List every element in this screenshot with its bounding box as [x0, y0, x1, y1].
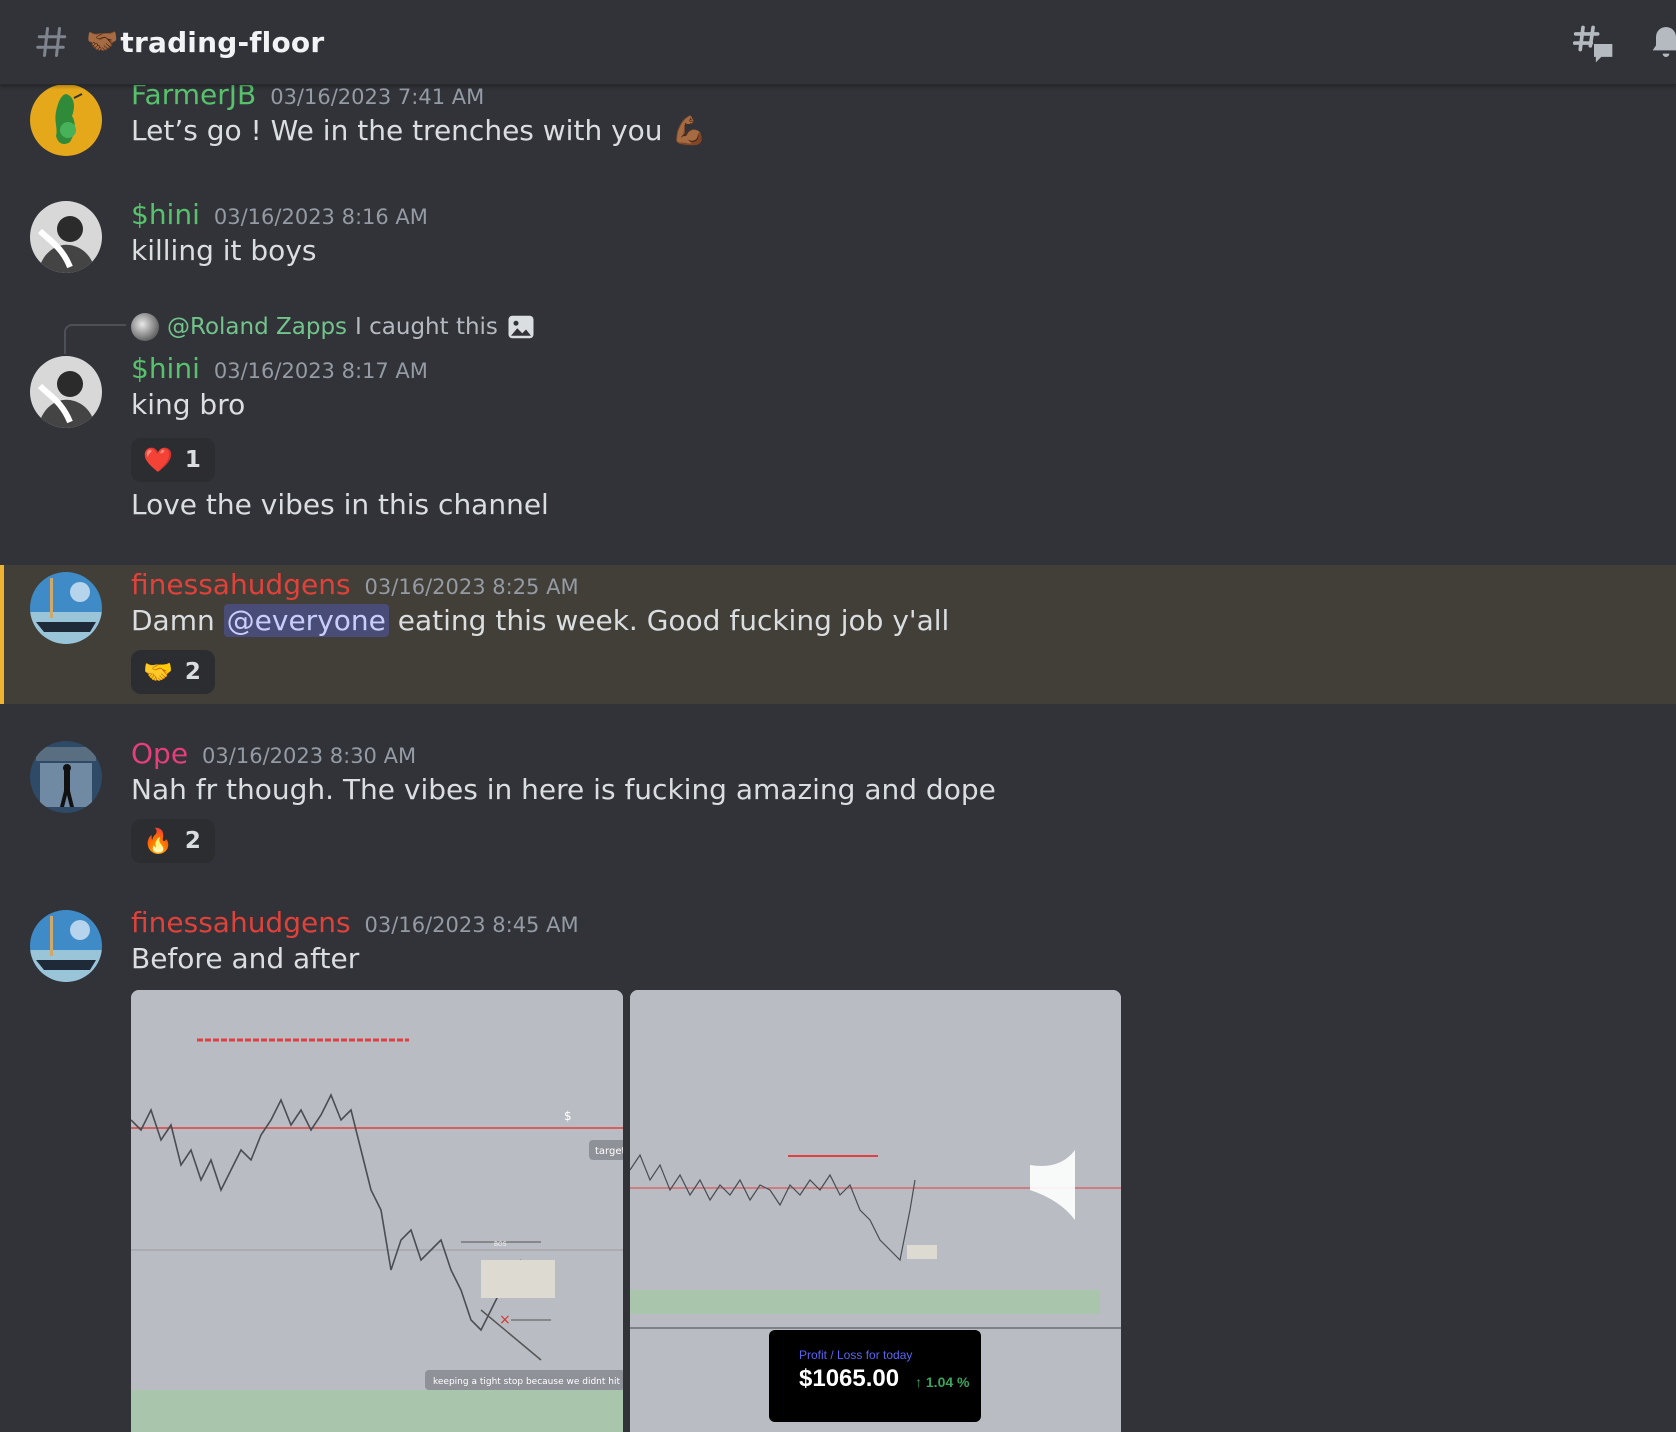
mention-everyone[interactable]: @everyone [223, 604, 389, 637]
reaction-fire[interactable]: 🔥 2 [131, 819, 215, 863]
reply-avatar [131, 313, 159, 341]
message-text: king bro [131, 388, 246, 421]
reply-author[interactable]: @Roland Zapps [167, 314, 347, 340]
message-text: Let’s go ! We in the trenches with you 💪… [131, 114, 706, 147]
username[interactable]: Ope [131, 737, 188, 770]
message-text: Nah fr though. The vibes in here is fuck… [131, 773, 996, 806]
reaction-count: 2 [184, 828, 201, 854]
timestamp: 03/16/2023 8:17 AM [213, 359, 428, 383]
timestamp: 03/16/2023 8:16 AM [213, 205, 428, 229]
channel-emoji: 🤝🏾 [86, 27, 119, 57]
message-text-part: eating this week. Good fucking job y'all [397, 604, 950, 637]
timestamp: 03/16/2023 8:25 AM [364, 575, 579, 599]
message-text-body: Let’s go ! We in the trenches with you [131, 114, 663, 147]
chart-annotation-target: target [595, 1146, 623, 1157]
reaction-count: 2 [184, 659, 201, 685]
pl-label: Profit / Loss for today [799, 1348, 913, 1362]
reply-preview[interactable]: @Roland Zapps I caught this [131, 312, 536, 342]
threads-icon[interactable] [1572, 22, 1616, 66]
image-icon [508, 315, 534, 339]
timestamp: 03/16/2023 8:45 AM [364, 913, 579, 937]
message-text: killing it boys [131, 234, 317, 267]
channel-header: 🤝🏾 trading-floor [0, 0, 1676, 85]
chart-annotation-note: keeping a tight stop because we didnt hi… [433, 1377, 623, 1387]
avatar[interactable] [30, 84, 102, 156]
reaction-heart[interactable]: ❤️ 1 [131, 438, 215, 482]
reply-connector [64, 324, 126, 354]
chart-annotation-bos: BOS [494, 1241, 507, 1248]
channel-name: trading-floor [120, 25, 325, 59]
message-text: Damn @everyone eating this week. Good fu… [131, 604, 949, 637]
username[interactable]: $hini [131, 352, 200, 385]
timestamp: 03/16/2023 8:30 AM [202, 744, 417, 768]
chart-annotation-dollar: $ [564, 1109, 572, 1123]
reaction-count: 1 [184, 447, 201, 473]
message-list: FarmerJB 03/16/2023 7:41 AM Let’s go ! W… [0, 78, 1676, 1432]
message-text-part: Damn [131, 604, 215, 637]
avatar[interactable] [30, 572, 102, 644]
timestamp: 03/16/2023 7:41 AM [270, 85, 485, 109]
fire-emoji: 🔥 [143, 827, 173, 855]
username[interactable]: finessahudgens [131, 568, 351, 601]
avatar[interactable] [30, 201, 102, 273]
image-attachment-before[interactable]: × $ target BOS keeping a tight stop beca… [131, 990, 623, 1432]
pl-change: ↑ 1.04 % [915, 1374, 970, 1390]
handshake-emoji: 🤝 [143, 658, 173, 686]
username[interactable]: finessahudgens [131, 906, 351, 939]
hash-icon [32, 22, 72, 62]
message-text: Before and after [131, 942, 360, 975]
pl-value: $1065.00 [799, 1365, 900, 1392]
username[interactable]: $hini [131, 198, 200, 231]
flexed-biceps-emoji: 💪🏾 [671, 114, 707, 147]
image-attachment-after[interactable]: Profit / Loss for today $1065.00 ↑ 1.04 … [630, 990, 1121, 1432]
profit-loss-card: Profit / Loss for today $1065.00 ↑ 1.04 … [769, 1330, 981, 1422]
bell-icon[interactable] [1646, 22, 1676, 62]
avatar[interactable] [30, 910, 102, 982]
avatar[interactable] [30, 741, 102, 813]
avatar[interactable] [30, 356, 102, 428]
message-text: Love the vibes in this channel [131, 488, 549, 521]
heart-emoji: ❤️ [143, 446, 173, 474]
reply-text: I caught this [355, 314, 498, 340]
reaction-handshake[interactable]: 🤝 2 [131, 650, 215, 694]
